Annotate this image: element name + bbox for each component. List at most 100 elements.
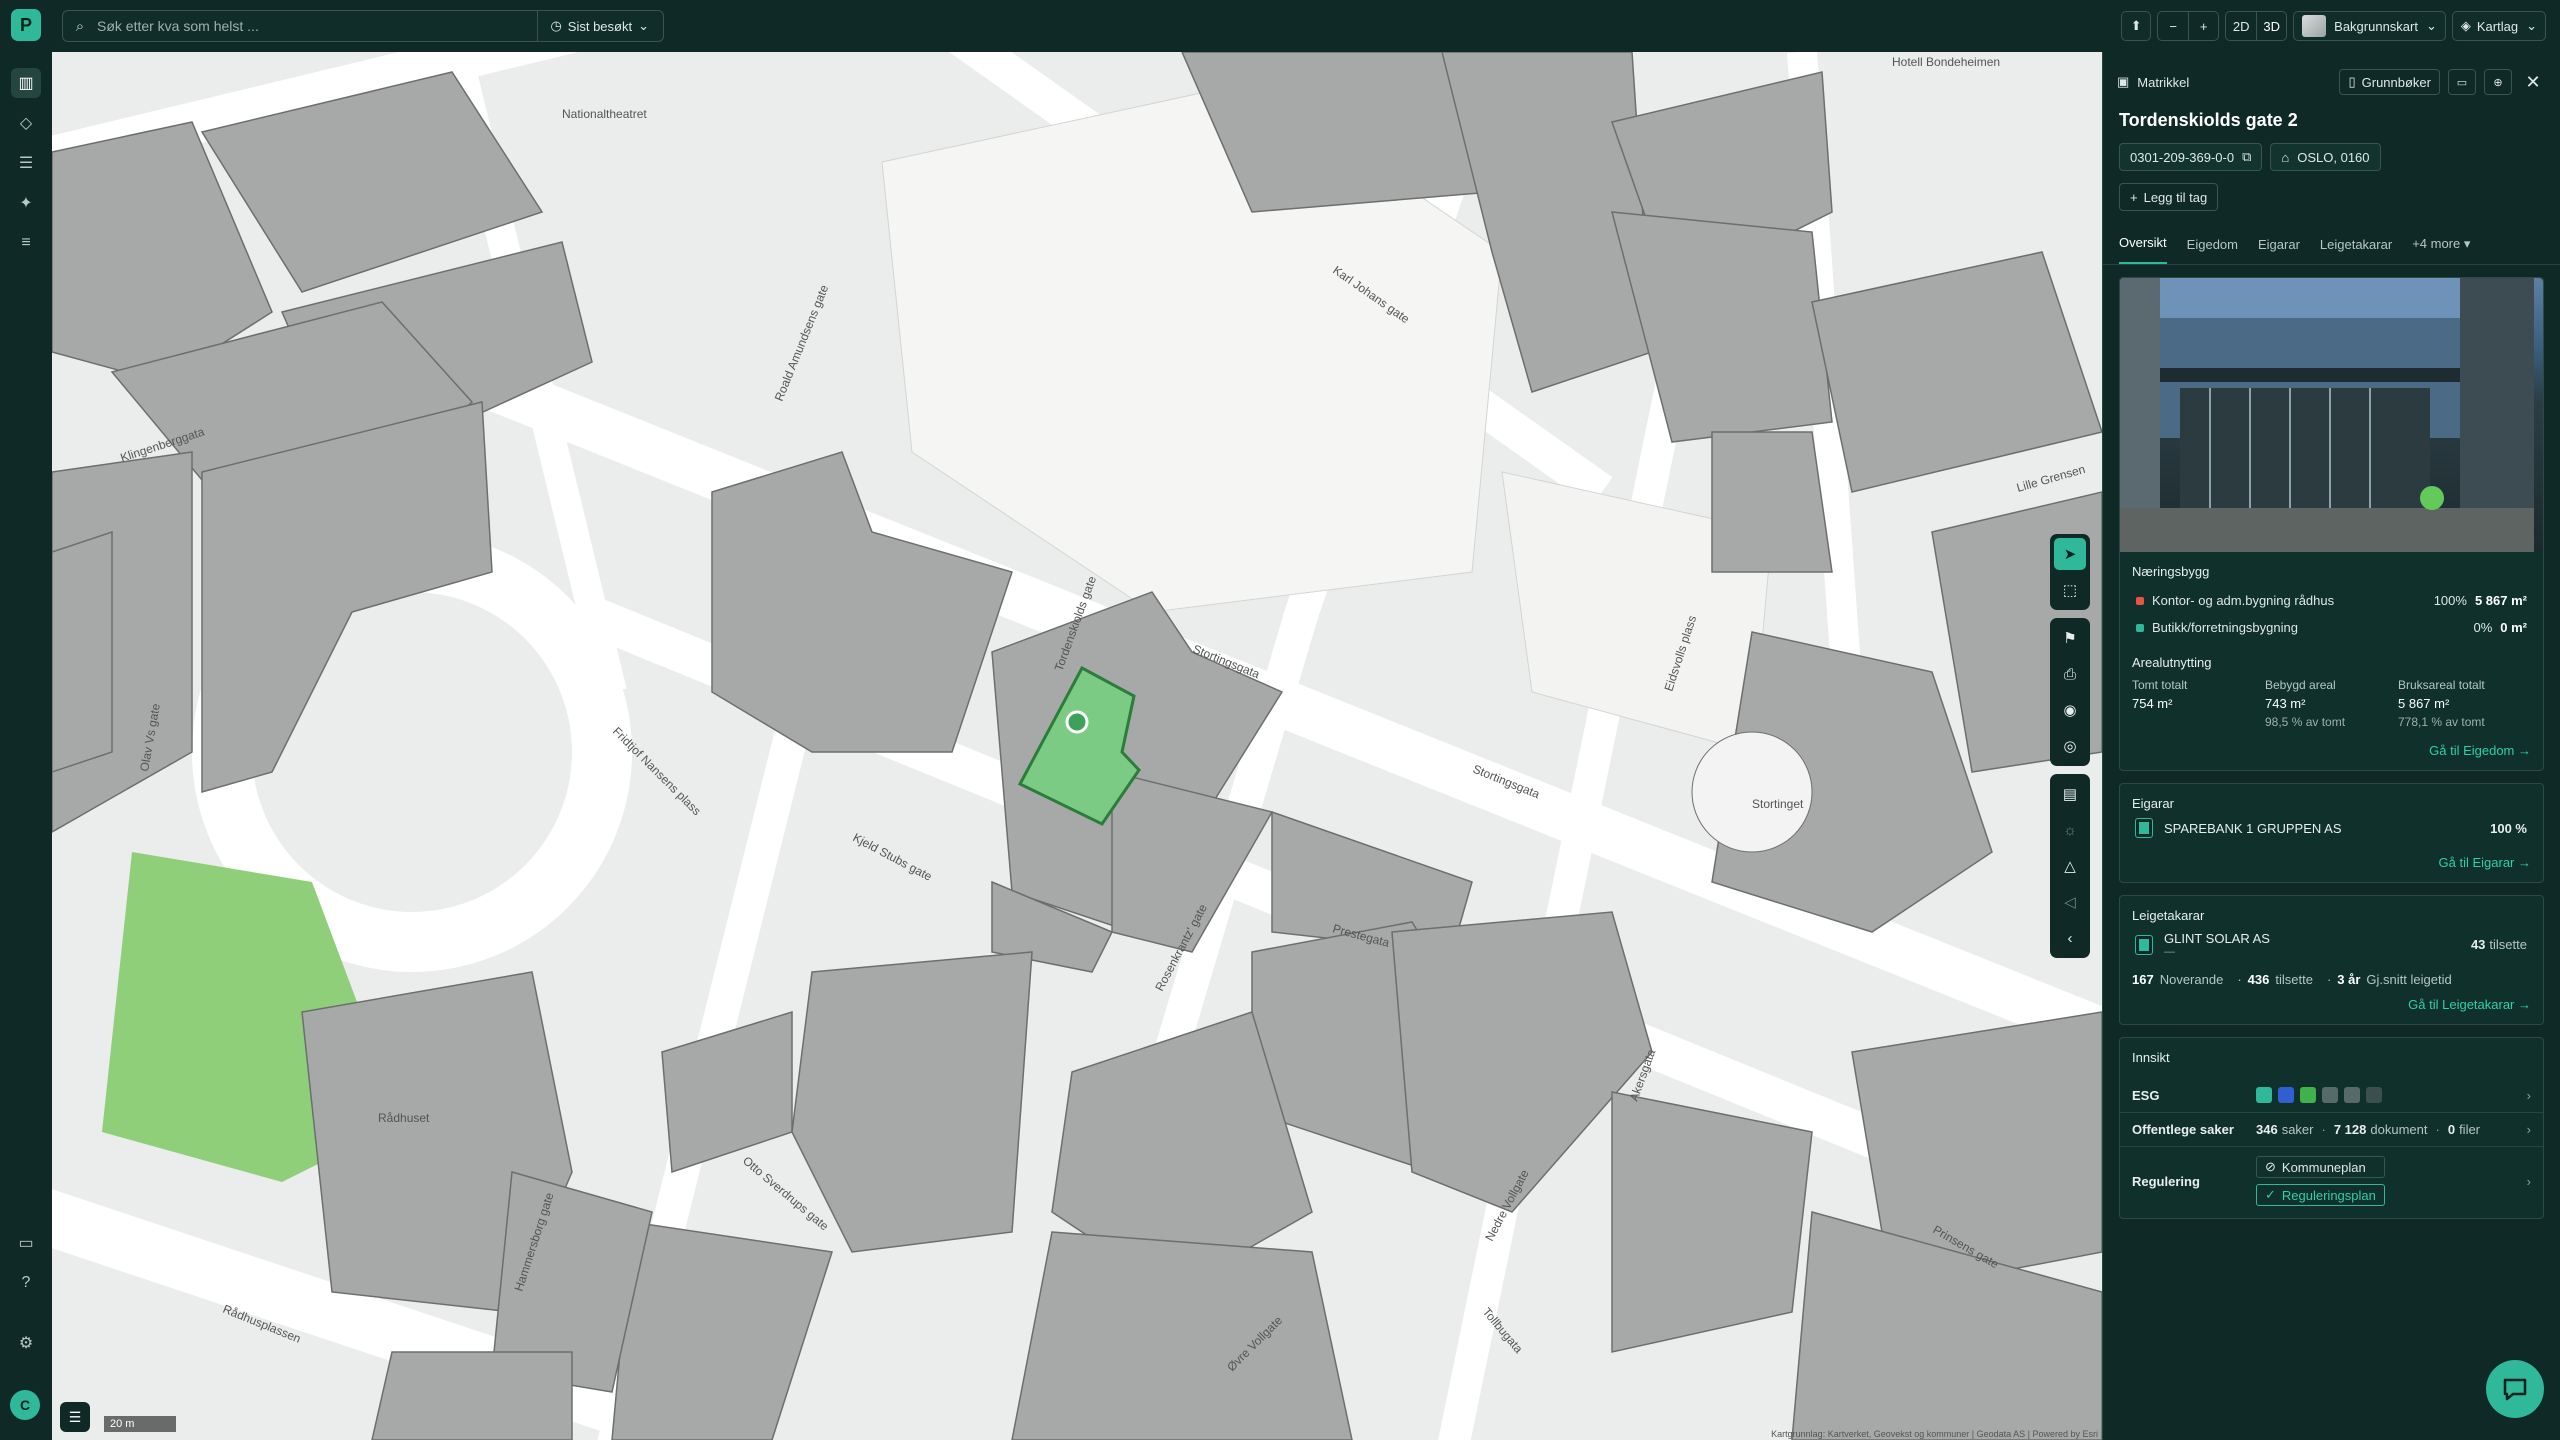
public-docs-unit: dokument: [2370, 1122, 2428, 1137]
tab-oversikt[interactable]: Oversikt: [2119, 235, 2167, 264]
print-icon: ⎙: [2063, 665, 2076, 683]
angle-tool[interactable]: ◁: [2054, 886, 2086, 918]
print-tool[interactable]: ⎙: [2054, 658, 2086, 690]
area-stat-value: 5 867 m²: [2398, 696, 2450, 711]
background-thumbnail: [2302, 15, 2327, 37]
company-icon: [2135, 934, 2153, 955]
copy-icon[interactable]: ⧉: [2242, 149, 2251, 165]
measure-tool[interactable]: △: [2054, 850, 2086, 882]
messages-nav-item[interactable]: ▭: [11, 1228, 41, 1258]
filter-nav-item[interactable]: ≡: [11, 228, 41, 258]
collapse-tools-button[interactable]: ‹: [2054, 922, 2086, 954]
chevron-down-icon: ⌄: [638, 18, 649, 33]
tab-eigarar[interactable]: Eigarar: [2258, 237, 2300, 264]
separator: ·: [2321, 1122, 2326, 1137]
bookmark-tool[interactable]: ⚑: [2054, 622, 2086, 654]
selection-tools: ➤ ⬚: [2050, 534, 2090, 610]
filter-icon: ≡: [21, 234, 31, 251]
zoom-in-button[interactable]: +: [2188, 12, 2218, 40]
insight-card: Innsikt ESG › Offentlege saker 346 saker…: [2119, 1037, 2544, 1219]
app-logo[interactable]: P: [11, 9, 41, 41]
camera-icon: ◉: [2063, 702, 2077, 719]
check-circle-icon: ✓: [2265, 1187, 2276, 1202]
street-photo[interactable]: [2120, 278, 2543, 552]
select-tool[interactable]: ➤: [2054, 538, 2086, 570]
sun-tool[interactable]: ☼: [2054, 814, 2086, 846]
usage-color-dot: [2136, 596, 2144, 605]
go-to-tenants-link[interactable]: Gå til Leigetakarar →: [2132, 997, 2531, 1012]
clock-icon: ◷: [550, 18, 562, 33]
angle-icon: ◁: [2064, 894, 2076, 911]
tags-nav-item[interactable]: ◇: [11, 108, 41, 138]
box-select-tool[interactable]: ⬚: [2054, 574, 2086, 606]
tab-more[interactable]: +4 more ▾: [2412, 236, 2470, 264]
layers-dropdown[interactable]: ◈ Kartlag ⌄: [2451, 11, 2546, 41]
add-tag-button[interactable]: + Legg til tag: [2119, 183, 2219, 211]
sparkle-icon: ✦: [19, 195, 33, 212]
grunnboker-button[interactable]: ▯ Grunnbøker: [2339, 69, 2440, 95]
tab-leigetakarar[interactable]: Leigetakarar: [2320, 237, 2392, 264]
esg-label: ESG: [2132, 1087, 2160, 1103]
tenant-row[interactable]: GLINT SOLAR AS — 43 tilsette: [2132, 923, 2531, 962]
tab-more-label: +4 more: [2412, 236, 2461, 251]
map-canvas[interactable]: Nationaltheatret Rådhuset Stortinget Hot…: [52, 52, 2102, 1440]
go-to-owners-link[interactable]: Gå til Eigarar →: [2132, 855, 2531, 870]
list-nav-item[interactable]: ☰: [11, 148, 41, 178]
go-to-property-link[interactable]: Gå til Eigedom →: [2132, 743, 2531, 758]
screenshot-tool[interactable]: ◉: [2054, 694, 2086, 726]
matrikkel-id-chip[interactable]: 0301-209-369-0-0 ⧉: [2119, 143, 2263, 171]
reguleringsplan-badge[interactable]: ✓ Reguleringsplan: [2256, 1184, 2385, 1206]
tab-eigedom[interactable]: Eigedom: [2187, 237, 2238, 264]
compass-button[interactable]: ⬆: [2121, 11, 2152, 41]
kommuneplan-badge[interactable]: ⊘ Kommuneplan: [2256, 1156, 2385, 1178]
badge-button[interactable]: ▭: [2448, 69, 2476, 95]
area-stat: Bebygd areal 743 m² 98,5 % av tomt: [2265, 678, 2398, 729]
insight-title: Innsikt: [2132, 1050, 2170, 1065]
zoom-out-button[interactable]: −: [2158, 12, 2188, 40]
owner-row[interactable]: SPAREBANK 1 GRUPPEN AS 100 %: [2132, 811, 2531, 841]
map-building: [1611, 1091, 1813, 1353]
chevron-right-icon: ›: [2526, 1087, 2531, 1103]
building-tool[interactable]: ▤: [2054, 778, 2086, 810]
view-3d-button[interactable]: 3D: [2256, 12, 2286, 40]
area-stat: Tomt totalt 754 m²: [2132, 678, 2265, 729]
ai-nav-item[interactable]: ✦: [11, 188, 41, 218]
box-select-icon: ⬚: [2062, 582, 2078, 599]
settings-nav-item[interactable]: ⚙: [11, 1328, 41, 1358]
selected-lot-marker[interactable]: [1065, 710, 1089, 734]
map-nav-item[interactable]: ▥: [11, 68, 41, 98]
id-icon: ▭: [2456, 76, 2468, 89]
chat-button[interactable]: [2486, 1360, 2544, 1418]
tenant-avg-lease: 3 år: [2337, 972, 2361, 987]
regulation-label: Regulering: [2132, 1173, 2200, 1189]
public-cases-row[interactable]: Offentlege saker 346 saker · 7 128 dokum…: [2120, 1112, 2543, 1146]
tag-icon: ◇: [19, 115, 33, 132]
chevron-down-icon: ⌄: [2425, 18, 2437, 33]
background-map-dropdown[interactable]: Bakgrunnskart ⌄: [2293, 11, 2446, 41]
add-button[interactable]: ⊕: [2484, 69, 2512, 95]
book-icon: ▯: [2348, 74, 2356, 89]
esg-row[interactable]: ESG ›: [2120, 1073, 2543, 1112]
owner-pct: 100 %: [2490, 820, 2527, 836]
tenant-name: GLINT SOLAR AS: [2164, 931, 2270, 946]
locate-tool[interactable]: ◎: [2054, 730, 2086, 762]
close-icon: ✕: [2525, 71, 2541, 92]
tenant-stats: 167 Noverande · 436 tilsette · 3 år Gj.s…: [2132, 972, 2531, 987]
area-stat-sub: 778,1 % av tomt: [2398, 715, 2485, 729]
grunnboker-label: Grunnbøker: [2361, 74, 2431, 90]
search-input[interactable]: [97, 18, 538, 34]
regulation-row[interactable]: Regulering ⊘ Kommuneplan ✓ Reguleringsplan…: [2120, 1146, 2543, 1218]
user-avatar[interactable]: C: [10, 1390, 40, 1420]
location-chip[interactable]: ⌂ OSLO, 0160: [2270, 143, 2381, 171]
map-legend-button[interactable]: ☰: [60, 1402, 90, 1432]
usage-color-dot: [2136, 623, 2144, 632]
close-panel-button[interactable]: ✕: [2520, 69, 2546, 95]
tenants-card: Leigetakarar GLINT SOLAR AS — 43 tilsett…: [2119, 895, 2544, 1025]
help-nav-item[interactable]: ?: [11, 1268, 41, 1298]
tenant-total-employees: 436: [2247, 972, 2270, 987]
regulation-badges: ⊘ Kommuneplan ✓ Reguleringsplan: [2256, 1156, 2385, 1206]
view-2d-button[interactable]: 2D: [2226, 12, 2256, 40]
tenant-employees: 43: [2470, 937, 2486, 952]
recent-visited-button[interactable]: ◷ Sist besøkt ⌄: [537, 11, 663, 41]
street-photo-drawing: [2120, 278, 2534, 552]
